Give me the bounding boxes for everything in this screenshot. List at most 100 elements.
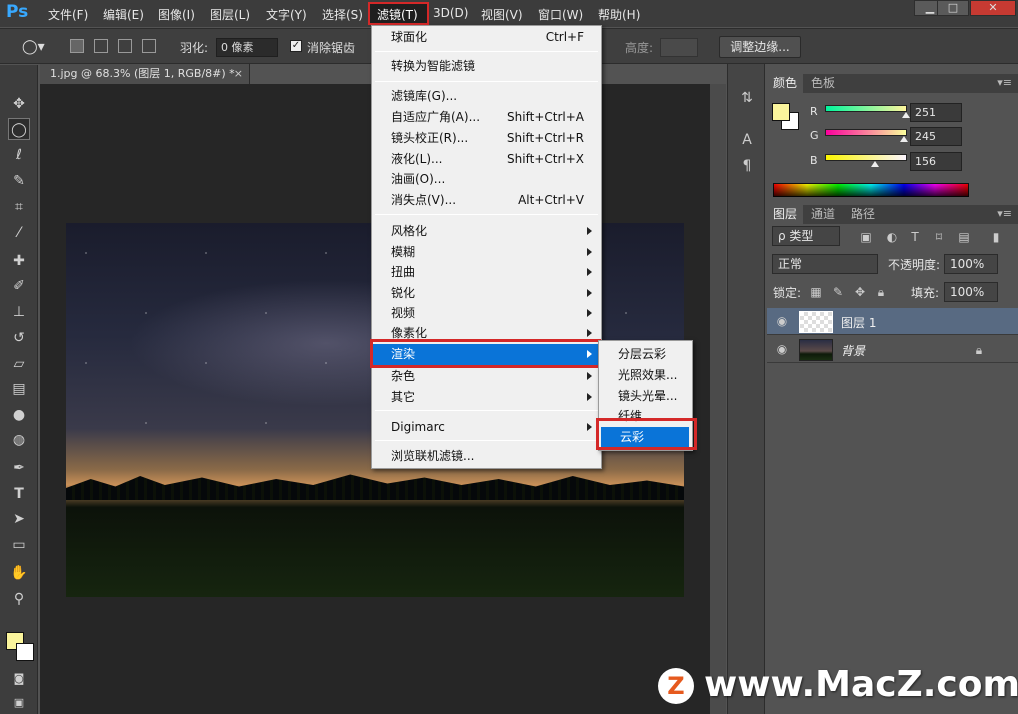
menu-item-stylize[interactable]: 风格化 [372,221,601,241]
eyedropper-icon[interactable]: ⁄ [8,222,30,244]
menu-item-oil-paint[interactable]: 油画(O)... [372,169,601,189]
layer-filter-select[interactable]: ρ 类型 [772,226,840,246]
screen-mode-icon[interactable]: ▣ [8,692,30,714]
b-slider-track[interactable] [825,154,907,161]
canvas-vertical-scrollbar[interactable] [710,84,726,714]
menu-item-sharpen[interactable]: 锐化 [372,283,601,303]
background-color-swatch[interactable] [16,643,34,661]
path-select-icon[interactable]: ➤ [8,508,30,530]
menu-item-vanishing-point[interactable]: 消失点(V)... Alt+Ctrl+V [372,190,601,210]
filter-type-icon[interactable]: T [908,230,922,244]
menu-image[interactable]: 图像(I) [158,6,195,23]
b-slider-thumb[interactable] [871,161,880,167]
gradient-icon[interactable]: ▤ [8,378,30,400]
document-tab[interactable]: 1.jpg @ 68.3% (图层 1, RGB/8#) * × [40,64,250,84]
menu-edit[interactable]: 编辑(E) [103,6,144,23]
dodge-icon[interactable]: ◍ [8,429,30,451]
b-value-input[interactable]: 156 [910,152,962,171]
menu-filter[interactable]: 滤镜(T) [377,6,418,23]
history-panel-icon[interactable]: ⇅ [737,88,757,108]
lasso-icon[interactable]: ℓ [8,144,30,166]
lock-position-icon[interactable]: ✥ [853,285,867,299]
antialias-checkbox[interactable]: ✓ [290,40,302,52]
healing-icon[interactable]: ✚ [8,250,30,272]
maximize-button[interactable]: □ [937,0,969,16]
menu-item-distort[interactable]: 扭曲 [372,262,601,282]
color-panel-foreground-swatch[interactable] [772,103,790,121]
hand-icon[interactable]: ✋ [8,562,30,584]
zoom-icon[interactable]: ⚲ [8,588,30,610]
filter-toggle-icon[interactable]: ▮ [989,230,1003,244]
menu-view[interactable]: 视图(V) [481,6,523,23]
submenu-item-lighting-effects[interactable]: 光照效果... [599,365,692,385]
menu-layer[interactable]: 图层(L) [210,6,250,23]
refine-edge-button[interactable]: 调整边缘... [719,36,801,58]
tab-channels[interactable]: 通道 [805,205,841,224]
g-slider-thumb[interactable] [899,136,908,142]
menu-item-video[interactable]: 视频 [372,303,601,323]
menu-item-browse-online-filters[interactable]: 浏览联机滤镜... [372,446,601,466]
brush-icon[interactable]: ✐ [8,275,30,297]
submenu-item-difference-clouds[interactable]: 分层云彩 [599,344,692,364]
tab-paths[interactable]: 路径 [845,205,881,224]
type-icon[interactable]: T [8,483,30,505]
filter-smart-object-icon[interactable]: ▤ [957,230,971,244]
layer-row-layer1[interactable]: ◉ 图层 1 [767,308,1018,335]
lock-all-icon[interactable]: 🔒︎ [874,285,888,299]
menu-item-liquify[interactable]: 液化(L)... Shift+Ctrl+X [372,149,601,169]
layer-row-background[interactable]: ◉ 背景 🔒︎ [767,336,1018,363]
pen-icon[interactable]: ✒ [8,457,30,479]
menu-item-digimarc[interactable]: Digimarc [372,417,601,437]
menu-item-adaptive-wide-angle[interactable]: 自适应广角(A)... Shift+Ctrl+A [372,107,601,127]
menu-item-lens-correction[interactable]: 镜头校正(R)... Shift+Ctrl+R [372,128,601,148]
blend-mode-select[interactable]: 正常 [772,254,878,274]
quick-select-icon[interactable]: ✎ [8,170,30,192]
height-input[interactable] [660,38,698,57]
submenu-item-lens-flare[interactable]: 镜头光晕... [599,386,692,406]
opacity-input[interactable]: 100% [944,254,998,274]
filter-pixel-icon[interactable]: ▣ [859,230,873,244]
r-slider-thumb[interactable] [901,112,910,118]
lock-transparent-icon[interactable]: ▦ [809,285,823,299]
move-icon[interactable]: ✥ [8,93,30,115]
marquee-icon[interactable]: ◯ [8,118,30,140]
close-button[interactable]: ✕ [970,0,1016,16]
lock-pixels-icon[interactable]: ✎ [831,285,845,299]
quick-mask-icon[interactable]: ◙ [8,668,30,690]
menu-file[interactable]: 文件(F) [48,6,88,23]
menu-item-other[interactable]: 其它 [372,387,601,407]
filter-shape-icon[interactable]: ⌑ [932,230,946,244]
tab-layers[interactable]: 图层 [767,205,804,224]
r-value-input[interactable]: 251 [910,103,962,122]
subtract-selection-icon[interactable] [118,39,132,53]
tab-color[interactable]: 颜色 [767,74,804,93]
history-brush-icon[interactable]: ↺ [8,327,30,349]
menu-item-convert-smart-filter[interactable]: 转换为智能滤镜 [372,56,601,76]
filter-adjustment-icon[interactable]: ◐ [885,230,899,244]
menu-item-blur[interactable]: 模糊 [372,242,601,262]
menu-item-spherize[interactable]: 球面化 Ctrl+F [372,27,601,47]
elliptical-marquee-preset-icon[interactable]: ◯▾ [22,39,45,55]
add-selection-icon[interactable] [94,39,108,53]
crop-icon[interactable]: ⌗ [8,196,30,218]
paragraph-panel-icon[interactable]: ¶ [737,156,757,176]
menu-type[interactable]: 文字(Y) [266,6,307,23]
panel-menu-icon[interactable]: ▾≡ [997,76,1012,89]
r-slider-track[interactable] [825,105,907,112]
menu-help[interactable]: 帮助(H) [598,6,640,23]
stamp-icon[interactable]: ⊥ [8,301,30,323]
shape-icon[interactable]: ▭ [8,534,30,556]
g-slider-track[interactable] [825,129,907,136]
intersect-selection-icon[interactable] [142,39,156,53]
eraser-icon[interactable]: ▱ [8,353,30,375]
blur-icon[interactable]: ● [8,404,30,426]
g-value-input[interactable]: 245 [910,127,962,146]
menu-select[interactable]: 选择(S) [322,6,363,23]
document-tab-close-icon[interactable]: × [234,64,243,84]
menu-3d[interactable]: 3D(D) [433,6,468,20]
character-panel-icon[interactable]: A [737,130,757,150]
menu-item-filter-gallery[interactable]: 滤镜库(G)... [372,86,601,106]
menu-item-noise[interactable]: 杂色 [372,366,601,386]
menu-window[interactable]: 窗口(W) [538,6,583,23]
visibility-eye-icon[interactable]: ◉ [775,314,789,328]
